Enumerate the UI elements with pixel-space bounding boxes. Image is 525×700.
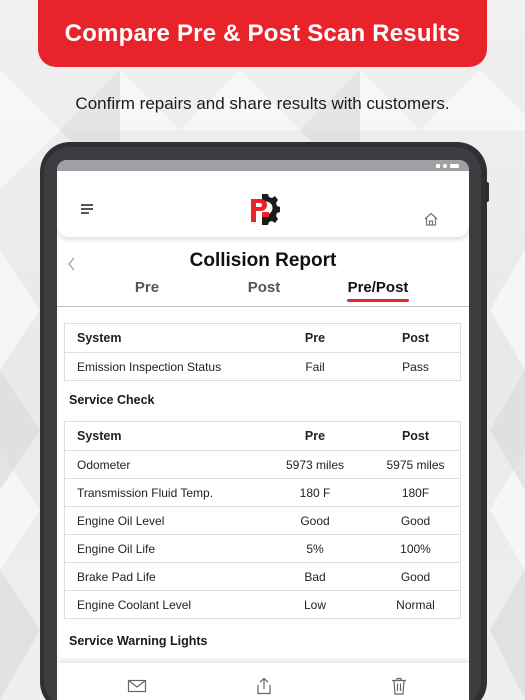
tab-pre-post[interactable]: Pre/Post	[338, 279, 418, 296]
row-post-value: Good	[400, 570, 431, 584]
wifi-icon	[443, 163, 447, 168]
section-label-service-check: Service Check	[69, 393, 155, 407]
tab-pre[interactable]: Pre	[117, 279, 177, 296]
service-check-table: System Pre Post Odometer 5973 miles 5975…	[64, 421, 461, 619]
row-system: Engine Oil Life	[77, 542, 156, 556]
row-pre-value: Fail	[305, 360, 325, 374]
row-pre-value: 5%	[306, 542, 324, 556]
home-icon[interactable]	[423, 211, 439, 227]
row-pre-value: Good	[300, 514, 330, 528]
table-row: Engine Oil Life 5% 100%	[65, 534, 460, 562]
table-row: Transmission Fluid Temp. 180 F 180F	[65, 478, 460, 506]
tabs-divider	[57, 306, 469, 307]
table-header-row: System Pre Post	[65, 324, 460, 352]
battery-icon	[450, 163, 459, 168]
banner-title: Compare Pre & Post Scan Results	[64, 19, 461, 47]
tablet-side-button	[485, 182, 489, 202]
column-header-post: Post	[401, 331, 430, 345]
table-row: Emission Inspection Status Fail Pass	[65, 352, 460, 380]
row-system: Engine Oil Level	[77, 514, 165, 528]
column-header-pre: Pre	[304, 331, 326, 345]
table-row: Engine Oil Level Good Good	[65, 506, 460, 534]
active-tab-indicator	[347, 299, 409, 302]
row-system: Transmission Fluid Temp.	[77, 486, 214, 500]
column-header-system: System	[77, 331, 122, 345]
mail-icon[interactable]	[127, 677, 147, 695]
trash-icon[interactable]	[389, 677, 409, 695]
section-label-service-warning-lights: Service Warning Lights	[69, 634, 208, 648]
table-row: Odometer 5973 miles 5975 miles	[65, 450, 460, 478]
table-header-row: System Pre Post	[65, 422, 460, 450]
table-row: Engine Coolant Level Low Normal	[65, 590, 460, 618]
column-header-post: Post	[401, 429, 430, 443]
row-post-value: Good	[400, 514, 431, 528]
row-pre-value: Bad	[304, 570, 326, 584]
report-title: Collision Report	[189, 250, 337, 271]
signal-icon	[436, 163, 440, 168]
app-bar	[57, 171, 469, 237]
share-icon[interactable]	[254, 677, 274, 695]
table-row: Brake Pad Life Bad Good	[65, 562, 460, 590]
pro-gear-logo	[251, 194, 280, 225]
report-tabs: Pre Post Pre/Post	[57, 279, 469, 307]
row-pre-value: Low	[303, 598, 326, 612]
row-system: Brake Pad Life	[77, 570, 156, 584]
status-bar	[57, 160, 469, 171]
row-system: Odometer	[77, 458, 131, 472]
row-pre-value: 180 F	[299, 486, 331, 500]
row-system: Emission Inspection Status	[77, 360, 222, 374]
row-post-value: 5975 miles	[386, 458, 445, 472]
row-post-value: Pass	[402, 360, 429, 374]
row-post-value: 180F	[401, 486, 430, 500]
hamburger-menu-icon[interactable]	[81, 204, 93, 214]
row-post-value: Normal	[396, 598, 435, 612]
column-header-pre: Pre	[304, 429, 326, 443]
column-header-system: System	[77, 429, 122, 443]
row-system: Engine Coolant Level	[77, 598, 192, 612]
row-post-value: 100%	[400, 542, 431, 556]
row-pre-value: 5973 miles	[285, 458, 345, 472]
promo-banner: Compare Pre & Post Scan Results	[38, 0, 487, 67]
bottom-action-bar	[57, 663, 469, 700]
tab-post[interactable]: Post	[234, 279, 294, 296]
app-screen: Collision Report Pre Post Pre/Post Syste…	[57, 160, 469, 700]
emission-table: System Pre Post Emission Inspection Stat…	[64, 323, 461, 381]
promo-subtitle: Confirm repairs and share results with c…	[75, 94, 450, 113]
